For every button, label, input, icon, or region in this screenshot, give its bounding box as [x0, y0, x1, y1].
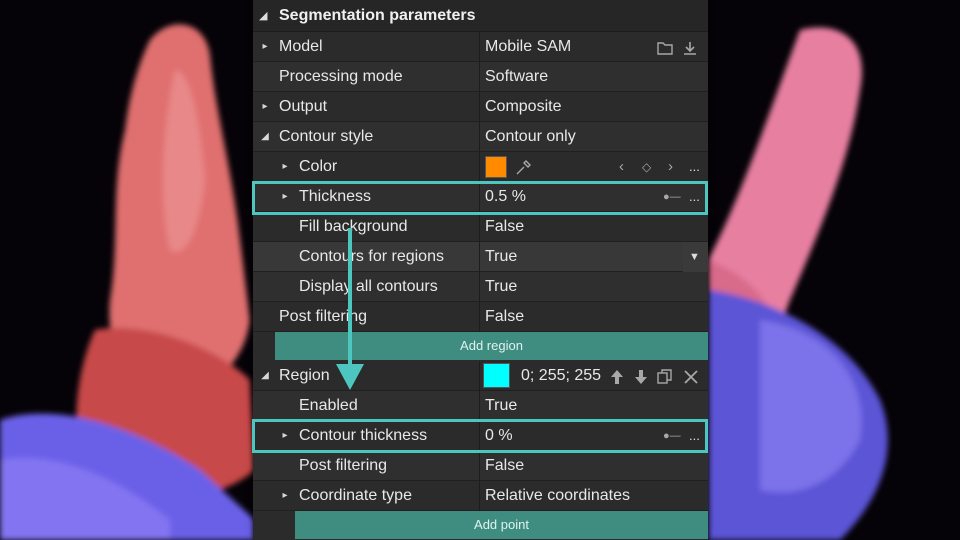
property-row-model[interactable]: ▸ Model Mobile SAM [253, 32, 708, 62]
caret-right-icon[interactable]: ▸ [279, 152, 291, 182]
chevron-right-icon[interactable]: › [668, 152, 673, 182]
property-row-contour-thickness[interactable]: ▸ Contour thickness 0 % ●— ... [253, 421, 708, 451]
property-value[interactable]: True [485, 242, 517, 272]
property-label: Output [279, 98, 328, 115]
caret-down-icon[interactable]: ◢ [259, 122, 271, 152]
property-value[interactable]: Composite [485, 92, 561, 122]
caret-right-icon[interactable]: ▸ [259, 32, 271, 62]
caret-down-icon[interactable]: ◢ [259, 0, 267, 32]
property-label: Color [299, 158, 338, 175]
property-label: Contour thickness [299, 427, 428, 444]
segmentation-parameters-panel: ◢ Segmentation parameters ▸ Model Mobile… [253, 0, 708, 540]
folder-icon[interactable] [657, 32, 673, 62]
dropdown-arrow-icon: ▼ [689, 251, 700, 263]
diamond-icon[interactable]: ◇ [642, 152, 651, 182]
property-row-region-post-filtering[interactable]: Post filtering False [253, 451, 708, 481]
property-label: Processing mode [279, 68, 403, 85]
property-row-contours-for-regions[interactable]: Contours for regions True ▼ [253, 242, 708, 272]
property-value[interactable]: False [485, 302, 524, 332]
property-label: Contour style [279, 128, 374, 145]
property-label: Coordinate type [299, 487, 412, 504]
download-icon[interactable] [683, 32, 697, 62]
caret-right-icon[interactable]: ▸ [279, 182, 291, 212]
property-row-thickness[interactable]: ▸ Thickness 0.5 % ●— ... [253, 182, 708, 212]
region-color-value[interactable]: 0; 255; 255 [521, 361, 601, 391]
property-row-output[interactable]: ▸ Output Composite [253, 92, 708, 122]
more-button[interactable]: ... [689, 182, 700, 212]
property-label: Region [279, 367, 330, 384]
property-value[interactable]: Software [485, 62, 548, 92]
more-button[interactable]: ... [689, 421, 700, 451]
property-value[interactable]: False [485, 212, 524, 242]
property-value[interactable]: 0.5 % [485, 182, 526, 212]
annotation-arrow-icon [336, 228, 364, 390]
color-swatch[interactable] [485, 156, 507, 178]
more-button[interactable]: ... [689, 152, 700, 182]
arrow-up-icon[interactable] [610, 361, 624, 391]
property-label: Thickness [299, 188, 372, 205]
property-row-enabled[interactable]: Enabled True [253, 391, 708, 421]
property-label: Model [279, 38, 323, 55]
property-row-region[interactable]: ◢ Region 0; 255; 255 [253, 361, 708, 391]
property-row-post-filtering[interactable]: Post filtering False [253, 302, 708, 332]
caret-right-icon[interactable]: ▸ [279, 481, 291, 511]
property-row-processing-mode[interactable]: Processing mode Software [253, 62, 708, 92]
region-color-swatch[interactable] [483, 363, 510, 388]
property-row-coordinate-type[interactable]: ▸ Coordinate type Relative coordinates [253, 481, 708, 511]
caret-right-icon[interactable]: ▸ [279, 421, 291, 451]
caret-down-icon[interactable]: ◢ [259, 361, 271, 391]
property-value[interactable]: Mobile SAM [485, 32, 571, 62]
close-icon[interactable] [683, 361, 699, 391]
slider-icon[interactable]: ●— [663, 182, 681, 212]
slider-icon[interactable]: ●— [663, 421, 681, 451]
property-row-contour-style[interactable]: ◢ Contour style Contour only [253, 122, 708, 152]
property-value[interactable]: 0 % [485, 421, 513, 451]
property-label: Post filtering [299, 457, 388, 474]
arrow-down-icon[interactable] [634, 361, 648, 391]
segmentation-parameters-header[interactable]: ◢ Segmentation parameters [253, 0, 708, 32]
property-row-color[interactable]: ▸ Color ‹ ◇ › ... [253, 152, 708, 182]
dropdown-button[interactable]: ▼ [683, 242, 708, 272]
property-row-display-all-contours[interactable]: Display all contours True [253, 272, 708, 302]
property-value[interactable]: False [485, 451, 524, 481]
add-point-button[interactable]: Add point [295, 511, 708, 539]
property-value[interactable]: Contour only [485, 122, 576, 152]
property-value[interactable]: True [485, 272, 517, 302]
property-value[interactable]: Relative coordinates [485, 481, 630, 511]
caret-right-icon[interactable]: ▸ [259, 92, 271, 122]
property-label: Contours for regions [299, 248, 444, 265]
panel-title: Segmentation parameters [279, 7, 476, 24]
chevron-left-icon[interactable]: ‹ [619, 152, 624, 182]
eyedropper-icon[interactable] [515, 152, 531, 182]
property-value[interactable]: True [485, 391, 517, 421]
copy-icon[interactable] [657, 361, 673, 391]
property-row-fill-background[interactable]: Fill background False [253, 212, 708, 242]
